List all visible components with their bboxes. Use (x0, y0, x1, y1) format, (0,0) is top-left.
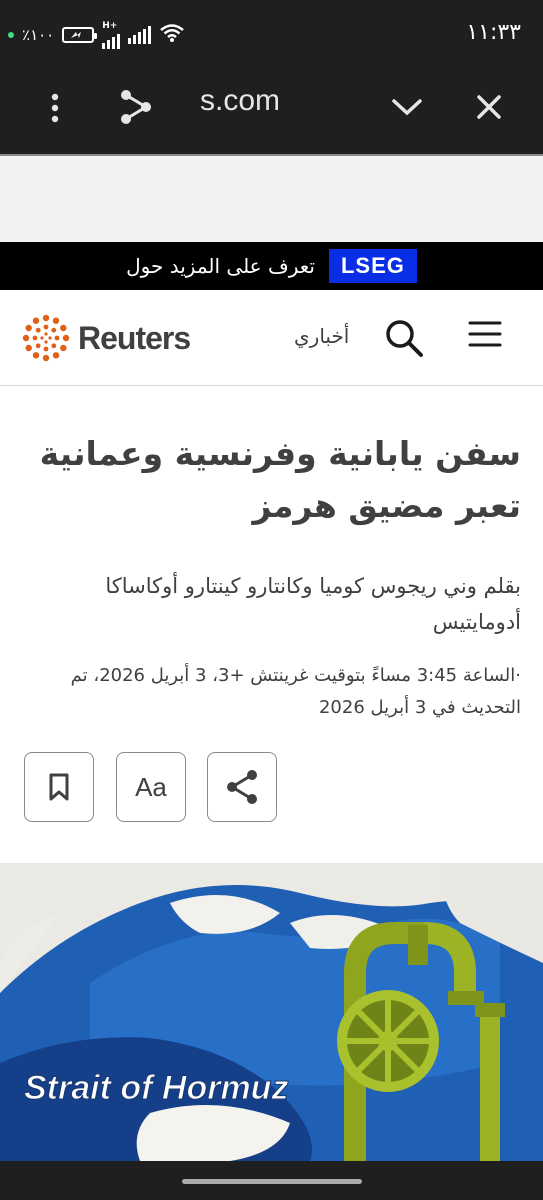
home-gesture-handle[interactable] (182, 1179, 362, 1184)
status-indicators: ٪١٠٠ H+ (8, 20, 185, 49)
logo-wordmark: Reuters (78, 319, 191, 356)
browser-toolbar: s.com (0, 64, 543, 154)
network-type-label: H+ (102, 20, 118, 31)
banner-text: تعرف على المزيد حول (126, 254, 315, 278)
hero-caption: Strait of Hormuz (24, 1069, 288, 1107)
battery-icon (62, 27, 98, 43)
my-news-link[interactable]: أخباري (294, 324, 349, 348)
ad-slot (0, 156, 543, 242)
close-icon[interactable] (472, 90, 506, 124)
bookmark-button[interactable] (24, 752, 94, 822)
font-size-button[interactable]: Aa (116, 752, 186, 822)
article-timestamp: ·الساعة 3:45 مساءً بتوقيت غرينتش +3، 3 أ… (70, 665, 521, 718)
share-icon[interactable] (114, 86, 156, 128)
sponsor-banner[interactable]: LSEG تعرف على المزيد حول (0, 242, 543, 290)
search-icon[interactable] (384, 318, 424, 362)
article-byline[interactable]: بقلم وني ريجوس كوميا وكانتارو كينتارو أو… (22, 568, 521, 640)
reuters-logo-icon (22, 314, 70, 362)
font-size-label: Aa (135, 771, 167, 802)
status-bar: ٪١٠٠ H+ ١١:٣٣ (0, 0, 543, 64)
hero-image[interactable]: Strait of Hormuz (0, 863, 543, 1161)
privacy-dot-icon (8, 32, 14, 38)
chevron-down-icon[interactable] (390, 90, 424, 124)
strait-of-hormuz-illustration: Strait of Hormuz (0, 863, 543, 1161)
menu-icon[interactable] (468, 320, 502, 352)
signal-icon (128, 26, 152, 44)
share-icon (227, 770, 257, 804)
lseg-badge: LSEG (328, 249, 417, 283)
clock: ١١:٣٣ (466, 20, 521, 45)
bookmark-icon (49, 773, 69, 801)
article-headline: سفن يابانية وفرنسية وعمانية تعبر مضيق هر… (39, 434, 521, 525)
mobile-network-icon: H+ (102, 20, 121, 49)
reuters-logo[interactable]: Reuters (22, 314, 191, 362)
battery-percent: ٪١٠٠ (22, 26, 55, 44)
more-vert-icon[interactable] (40, 90, 70, 126)
system-nav-bar (0, 1161, 543, 1200)
share-button[interactable] (207, 752, 277, 822)
url-field[interactable]: s.com (200, 84, 280, 118)
site-header: Reuters أخباري (0, 290, 543, 386)
wifi-icon (159, 23, 185, 47)
